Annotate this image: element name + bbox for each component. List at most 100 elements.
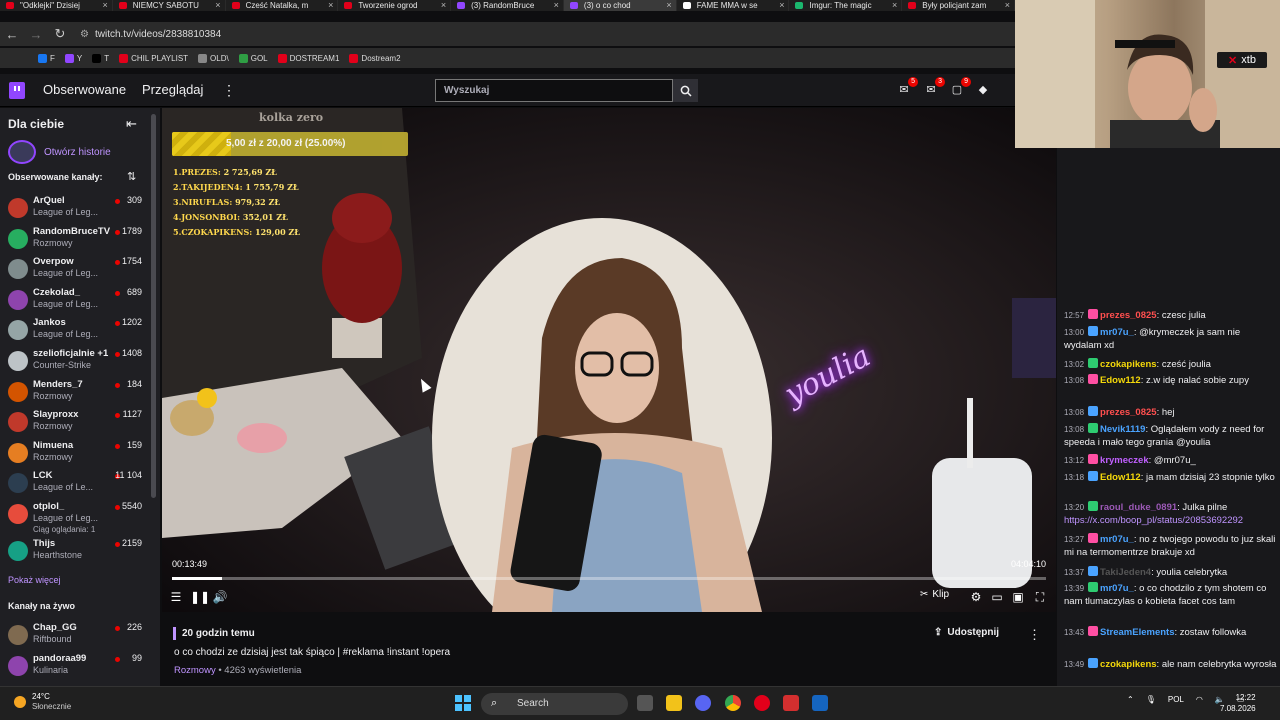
wifi-icon[interactable]: ◠ xyxy=(1196,695,1203,704)
bookmark-item[interactable]: CHIL PLAYLIST xyxy=(119,53,188,63)
close-tab-icon[interactable]: × xyxy=(441,0,446,11)
live-channel-item[interactable]: pandoraa99 Kulinaria 99 xyxy=(0,652,150,682)
chat-link[interactable]: https://x.com/boop_pl/status/20853692292 xyxy=(1064,515,1243,526)
bookmark-item[interactable]: DOSTREAM1 xyxy=(277,53,339,63)
video-player[interactable]: kolka zero 5,00 zł z 20,00 zł (25.00%) 1… xyxy=(162,108,1056,612)
task-view-icon[interactable] xyxy=(637,695,653,711)
clip-button[interactable]: ✂ Klip xyxy=(920,589,949,600)
browser-tab[interactable]: Tworzenie ogrod × xyxy=(338,0,452,11)
chat-username[interactable]: mr07u_ xyxy=(1100,327,1134,338)
collapse-sidebar-icon[interactable]: ⇤ xyxy=(126,116,137,132)
close-tab-icon[interactable]: × xyxy=(1005,0,1010,11)
close-tab-icon[interactable]: × xyxy=(328,0,333,11)
seek-bar[interactable] xyxy=(172,577,1046,580)
channel-item[interactable]: RandomBruceTV Rozmowy 1789 xyxy=(0,225,150,255)
tray-chevron-icon[interactable]: ⌃ xyxy=(1127,695,1134,704)
bookmark-item[interactable]: T xyxy=(92,53,109,63)
channel-item[interactable]: LCK League of Le... 11 104 xyxy=(0,469,150,499)
share-button[interactable]: ⇪ Udostępnij xyxy=(934,627,999,638)
channel-item[interactable]: szelioficjalnie +1 Counter-Strike 1408 xyxy=(0,347,150,377)
channel-item[interactable]: Overpow League of Leg... 1754 xyxy=(0,255,150,285)
miniplayer-icon[interactable]: ▣ xyxy=(1010,590,1026,604)
bookmark-item[interactable]: OLD\ xyxy=(198,53,229,63)
discord-icon[interactable] xyxy=(695,695,711,711)
channel-item[interactable]: ArQuel League of Leg... 309 xyxy=(0,194,150,224)
reload-icon[interactable]: ↻ xyxy=(48,26,72,42)
more-menu-icon[interactable]: ⋮ xyxy=(222,82,236,99)
chapters-icon[interactable]: ☰ xyxy=(168,590,184,604)
bookmark-item[interactable]: Dostream2 xyxy=(349,53,401,63)
chat-username[interactable]: mr07u_ xyxy=(1100,583,1134,594)
channel-item[interactable]: Slayproxx Rozmowy 1127 xyxy=(0,408,150,438)
nav-browse-link[interactable]: Przeglądaj xyxy=(142,82,203,97)
close-tab-icon[interactable]: × xyxy=(103,0,108,11)
browser-tab[interactable]: Imgur: The magic × xyxy=(789,0,903,11)
site-info-icon[interactable]: ⚙ xyxy=(80,29,89,40)
browser-tab[interactable]: Były policjant zam × xyxy=(902,0,1015,11)
chat-username[interactable]: TakiJeden4 xyxy=(1100,567,1151,578)
chat-username[interactable]: krymeczek xyxy=(1100,455,1149,466)
back-icon[interactable]: ← xyxy=(0,27,24,42)
category-link[interactable]: Rozmowy xyxy=(174,665,216,676)
chrome-icon[interactable] xyxy=(725,695,741,711)
close-tab-icon[interactable]: × xyxy=(554,0,559,11)
chat-username[interactable]: mr07u_ xyxy=(1100,534,1134,545)
browser-tab[interactable]: (3) o co chod × xyxy=(563,0,677,11)
settings-icon[interactable]: ⚙ xyxy=(968,590,984,604)
pause-icon[interactable]: ❚❚ xyxy=(190,590,210,604)
bookmark-item[interactable]: F xyxy=(38,53,55,63)
language-indicator[interactable]: POL xyxy=(1168,695,1184,704)
chat-username[interactable]: StreamElements xyxy=(1100,627,1174,638)
close-tab-icon[interactable]: × xyxy=(892,0,897,11)
theatre-mode-icon[interactable]: ▭ xyxy=(989,590,1005,604)
file-explorer-icon[interactable] xyxy=(666,695,682,711)
browser-tab[interactable]: "Odklejki" Dzisiej × xyxy=(0,0,113,11)
channel-item[interactable]: Czekolad_ League of Leg... 689 xyxy=(0,286,150,316)
chat-username[interactable]: prezes_0825 xyxy=(1100,310,1157,321)
whispers-icon[interactable]: ▢ 9 xyxy=(950,77,971,97)
nav-following-link[interactable]: Obserwowane xyxy=(43,82,126,97)
channel-item[interactable]: Nimuena Rozmowy 159 xyxy=(0,439,150,469)
chat-username[interactable]: prezes_0825 xyxy=(1100,407,1157,418)
weather-widget[interactable]: 24°C Słonecznie xyxy=(14,692,71,712)
mic-icon[interactable]: 🎙 xyxy=(1146,695,1156,704)
start-icon[interactable] xyxy=(455,695,471,711)
inbox-icon[interactable]: ✉ 3 xyxy=(924,77,945,97)
close-tab-icon[interactable]: × xyxy=(779,0,784,11)
taskbar-clock[interactable]: 12:22 7.08.2026 xyxy=(1220,692,1256,714)
chat-username[interactable]: czokapikens xyxy=(1100,659,1157,670)
show-more-link[interactable]: Pokaż więcej xyxy=(8,575,61,585)
live-channel-item[interactable]: Chap_GG Riftbound 226 xyxy=(0,621,150,651)
search-input[interactable]: Wyszukaj xyxy=(435,79,673,102)
prime-loot-icon[interactable]: ✉ 5 xyxy=(897,77,918,97)
forward-icon[interactable]: → xyxy=(24,27,48,42)
taskbar-search[interactable]: ⌕ Search xyxy=(481,693,628,715)
browser-tab[interactable]: NIEMCY SABOTU × xyxy=(113,0,226,11)
bits-icon[interactable]: ◆ xyxy=(976,83,990,97)
url-field[interactable]: ⚙ twitch.tv/videos/2838810384 xyxy=(80,29,221,40)
chat-username[interactable]: Nevik1119 xyxy=(1100,424,1145,435)
close-tab-icon[interactable]: × xyxy=(215,0,220,11)
browser-tab[interactable]: Cześć Natalka, m × xyxy=(226,0,339,11)
chat-username[interactable]: raoul_duke_0891 xyxy=(1100,502,1177,513)
more-options-icon[interactable]: ⋮ xyxy=(1028,627,1041,643)
sort-icon[interactable]: ⇅ xyxy=(127,170,136,183)
fullscreen-icon[interactable]: ⛶ xyxy=(1032,590,1048,605)
channel-item[interactable]: otplol_ League of Leg... 5540 Ciąg oglądani… xyxy=(0,500,150,534)
volume-icon[interactable]: 🔊 xyxy=(212,590,228,604)
app-icon[interactable] xyxy=(783,695,799,711)
history-link[interactable]: Otwórz historie xyxy=(8,140,111,164)
close-tab-icon[interactable]: × xyxy=(666,0,671,11)
bookmark-item[interactable]: Y xyxy=(64,53,82,63)
opera-icon[interactable] xyxy=(754,695,770,711)
twitch-logo-icon[interactable] xyxy=(9,82,25,99)
channel-item[interactable]: Menders_7 Rozmowy 184 xyxy=(0,378,150,408)
vscode-icon[interactable] xyxy=(812,695,828,711)
channel-item[interactable]: Thijs Hearthstone 2159 xyxy=(0,537,150,567)
browser-tab[interactable]: (3) RandomBruce × xyxy=(451,0,564,11)
chat-username[interactable]: Edow112 xyxy=(1100,375,1141,386)
browser-tab[interactable]: FAME MMA w se × xyxy=(677,0,790,11)
channel-item[interactable]: Jankos League of Leg... 1202 xyxy=(0,316,150,346)
bookmark-item[interactable]: GOL xyxy=(238,53,268,63)
chat-username[interactable]: czokapikens xyxy=(1100,359,1157,370)
